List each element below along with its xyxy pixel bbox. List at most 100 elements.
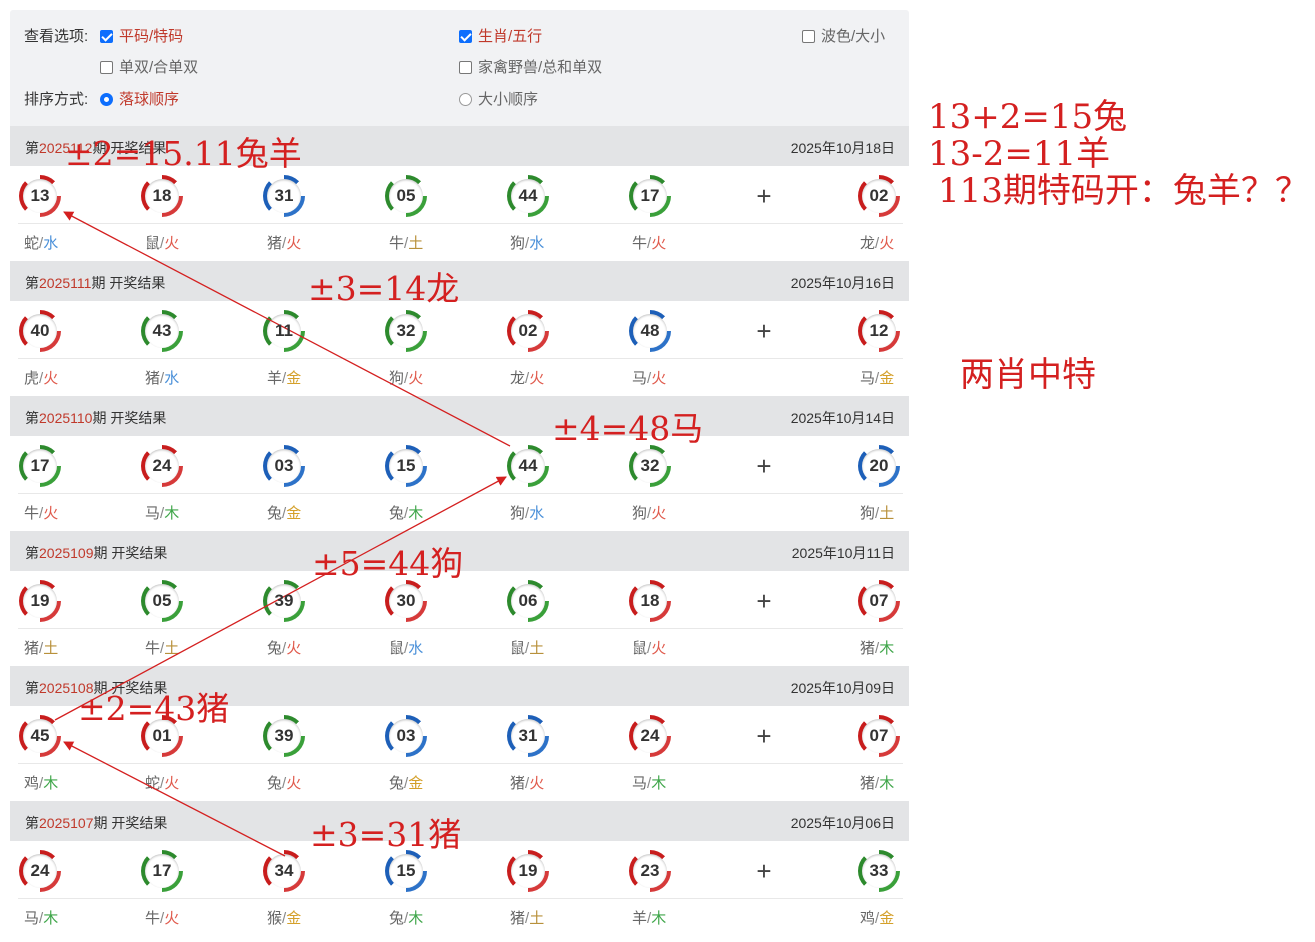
element-text: 土	[164, 640, 180, 657]
ball-number: 15	[396, 861, 416, 880]
option-danshuang-label: 单双/合单双	[119, 59, 199, 76]
zodiac-element-label: 龙/火	[510, 367, 544, 388]
radio-drop-order[interactable]	[100, 93, 113, 106]
plus-sign: +	[756, 721, 772, 751]
ball-number: 15	[396, 456, 416, 475]
sort-size-order[interactable]: 大小顺序	[459, 91, 538, 109]
lottery-ball: 18	[629, 580, 671, 622]
draw-title-prefix: 第	[25, 680, 39, 696]
lottery-ball: 44	[507, 175, 549, 217]
special-ball: 02	[858, 175, 900, 217]
annotation-113-prediction: 113期特码开：兔羊？？	[938, 171, 1309, 211]
lottery-ball: 24	[629, 715, 671, 757]
element-text: 火	[879, 235, 895, 252]
draw-title-suffix: 期 开奖结果	[92, 410, 167, 426]
element-text: 土	[529, 910, 545, 927]
ball-number: 17	[152, 861, 172, 880]
zodiac-element-label: 狗/火	[632, 502, 666, 523]
checkbox-shengxiao-wuxing[interactable]	[459, 30, 472, 43]
annotation-plusminus4-48: ±4=48马	[552, 409, 704, 448]
checkbox-pingma-tema[interactable]	[100, 30, 113, 43]
radio-size-order[interactable]	[459, 93, 472, 106]
zodiac-text: 狗	[860, 505, 876, 522]
element-text: 火	[164, 910, 180, 927]
lottery-ball: 32	[629, 445, 671, 487]
ball-number: 03	[396, 726, 416, 745]
element-text: 火	[286, 640, 302, 657]
draw-title-suffix: 期 开奖结果	[93, 815, 168, 831]
ball-number: 06	[518, 591, 538, 610]
sort-options-label: 排序方式:	[24, 91, 89, 108]
lottery-ball: 40	[19, 310, 61, 352]
element-text: 火	[164, 775, 180, 792]
lottery-ball: 32	[385, 310, 427, 352]
option-pingma-tema-label: 平码/特码	[119, 28, 184, 45]
option-shengxiao-wuxing[interactable]: 生肖/五行	[459, 28, 542, 46]
element-text: 木	[43, 910, 59, 927]
checkbox-danshuang[interactable]	[100, 61, 113, 74]
zodiac-element-label: 猪/火	[510, 772, 544, 793]
zodiac-element-label: 鼠/火	[145, 232, 179, 253]
zodiac-text: 蛇	[24, 235, 40, 252]
draw-date: 2025年10月16日	[790, 275, 895, 291]
zodiac-text: 猪	[24, 640, 40, 657]
zodiac-element-label: 鼠/土	[510, 637, 544, 658]
draw-title: 第2025111期 开奖结果	[25, 273, 165, 293]
element-text: 木	[408, 505, 424, 522]
plus-sign: +	[756, 856, 772, 886]
zodiac-element-label: 兔/木	[389, 502, 423, 523]
zodiac-text: 马	[145, 505, 161, 522]
element-text: 木	[651, 775, 667, 792]
ball-number: 19	[518, 861, 538, 880]
zodiac-element-label: 虎/火	[24, 367, 58, 388]
annotation-two-zodiacs: 两肖中特	[960, 355, 1096, 395]
lottery-ball: 39	[263, 580, 305, 622]
ball-number: 05	[152, 591, 172, 610]
element-text: 火	[529, 370, 545, 387]
option-danshuang[interactable]: 单双/合单双	[100, 59, 198, 77]
zodiac-element-label: 猪/水	[145, 367, 179, 388]
zodiac-text: 猪	[267, 235, 283, 252]
draw-period-number: 2025109	[39, 545, 94, 561]
checkbox-jiaqin-yeshou[interactable]	[459, 61, 472, 74]
draw-date: 2025年10月11日	[791, 545, 895, 561]
ball-number: 11	[275, 321, 293, 340]
element-text: 火	[651, 640, 667, 657]
zodiac-element-label: 牛/火	[145, 907, 179, 928]
zodiac-element-label: 狗/土	[860, 502, 894, 523]
zodiac-element-label: 猪/火	[267, 232, 301, 253]
annotation-plusminus3-14: ±3=14龙	[308, 269, 460, 308]
ball-number: 18	[152, 186, 172, 205]
ball-number: 18	[640, 591, 660, 610]
zodiac-element-label: 羊/金	[267, 367, 301, 388]
zodiac-element-label: 兔/金	[267, 502, 301, 523]
draw-period-number: 2025111	[39, 275, 92, 291]
element-text: 木	[164, 505, 180, 522]
zodiac-element-label: 猪/木	[860, 637, 894, 658]
checkbox-bose-daxiao[interactable]	[802, 30, 815, 43]
lottery-ball: 13	[19, 175, 61, 217]
zodiac-text: 马	[632, 775, 648, 792]
ball-number: 07	[869, 591, 889, 610]
zodiac-text: 马	[860, 370, 876, 387]
zodiac-element-label: 猴/金	[267, 907, 301, 928]
draw-date: 2025年10月06日	[790, 815, 895, 831]
annotation-plusminus3-31: ±3=31猪	[310, 815, 462, 854]
ball-number: 30	[396, 591, 416, 610]
lottery-ball: 15	[385, 445, 427, 487]
element-text: 木	[879, 640, 895, 657]
lottery-ball: 18	[141, 175, 183, 217]
zodiac-text: 牛	[145, 640, 161, 657]
ball-number: 43	[152, 321, 172, 340]
option-bose-daxiao[interactable]: 波色/大小	[802, 28, 885, 46]
zodiac-element-label: 龙/火	[860, 232, 894, 253]
option-jiaqin-yeshou[interactable]: 家禽野兽/总和单双	[459, 59, 602, 77]
zodiac-element-label: 兔/金	[389, 772, 423, 793]
sort-drop-order[interactable]: 落球顺序	[100, 91, 179, 109]
zodiac-text: 猴	[267, 910, 283, 927]
option-pingma-tema[interactable]: 平码/特码	[100, 28, 183, 46]
zodiac-element-label: 猪/土	[510, 907, 544, 928]
sort-drop-order-label: 落球顺序	[119, 91, 180, 108]
zodiac-text: 鸡	[24, 775, 40, 792]
element-text: 火	[529, 775, 545, 792]
